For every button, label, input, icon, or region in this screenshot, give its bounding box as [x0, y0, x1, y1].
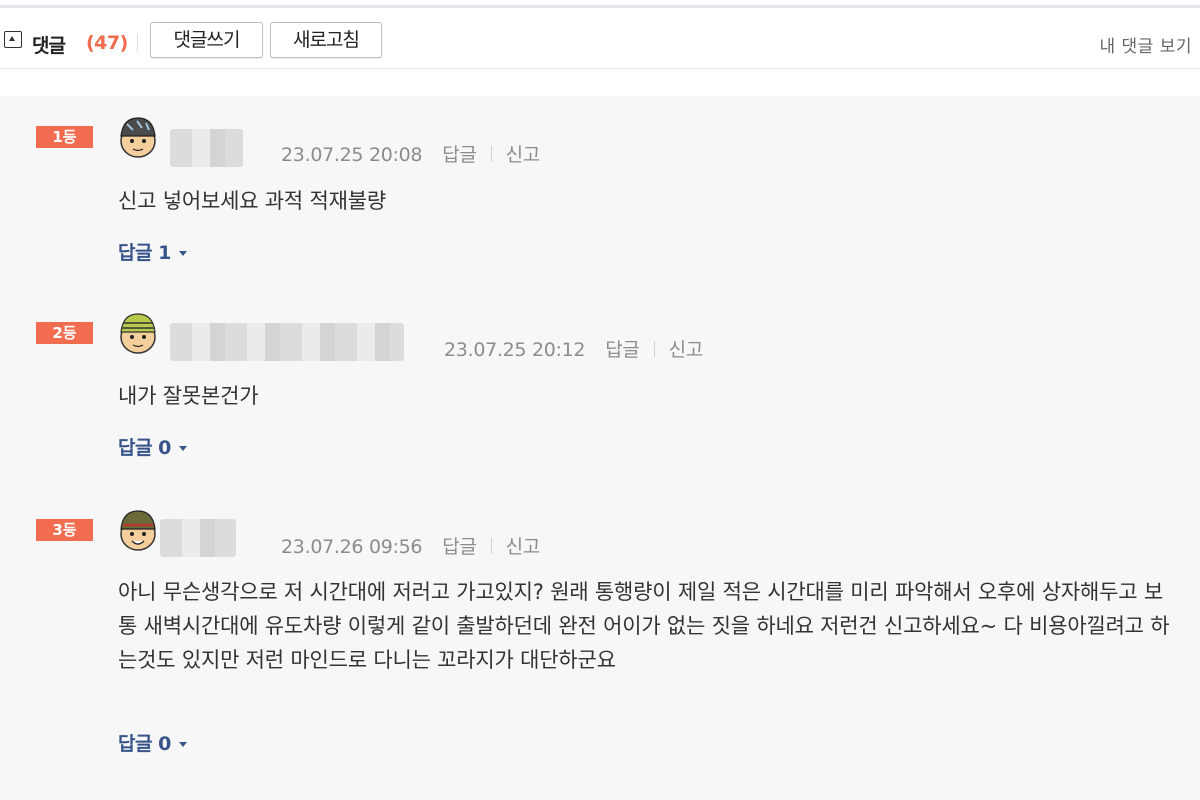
- header-divider: [137, 34, 138, 51]
- rank-badge: 2등: [36, 322, 93, 344]
- reply-action[interactable]: 답글: [442, 536, 477, 558]
- comments-title: 댓글: [32, 35, 66, 57]
- avatar-icon: [120, 510, 156, 551]
- comment-text: 신고 넣어보세요 과적 적재불량: [118, 189, 386, 213]
- report-action[interactable]: 신고: [506, 144, 541, 166]
- comment-text: 내가 잘못본건가: [118, 384, 259, 408]
- comment-timestamp: 23.07.25 20:12: [444, 339, 586, 361]
- blurred-username: [170, 129, 243, 167]
- caret-down-icon: [178, 251, 187, 256]
- reply-count-label: 답글 0: [118, 437, 171, 459]
- comment-meta: 23.07.25 20:12 답글 신고: [444, 335, 703, 362]
- comment-list: 1등 23.07.25 20:08 답글 신고 신고 넣어보세요 과적 적재불량 답…: [0, 96, 1200, 800]
- avatar-icon: [120, 117, 156, 158]
- caret-down-icon: [178, 742, 187, 747]
- my-comments-link[interactable]: 내 댓글 보기: [1099, 32, 1192, 57]
- caret-down-icon: [178, 446, 187, 451]
- comment-timestamp: 23.07.25 20:08: [281, 144, 423, 166]
- meta-divider: [490, 538, 492, 554]
- blurred-username: [160, 519, 236, 557]
- comment-meta: 23.07.25 20:08 답글 신고: [281, 140, 540, 167]
- rank-badge: 3등: [36, 519, 93, 541]
- comment-meta: 23.07.26 09:56 답글 신고: [281, 532, 540, 559]
- collapse-toggle-icon[interactable]: [4, 31, 22, 48]
- reply-action[interactable]: 답글: [605, 339, 640, 361]
- write-comment-button[interactable]: 댓글쓰기: [150, 22, 263, 58]
- avatar-icon: [120, 313, 156, 354]
- comments-header: 댓글 (47) 댓글쓰기 새로고침 내 댓글 보기: [0, 8, 1200, 69]
- reply-count-label: 답글 0: [118, 733, 171, 755]
- report-action[interactable]: 신고: [506, 536, 541, 558]
- comment-timestamp: 23.07.26 09:56: [281, 536, 423, 558]
- reply-toggle[interactable]: 답글 0: [118, 729, 187, 756]
- comment-text: 아니 무슨생각으로 저 시간대에 저러고 가고있지? 원래 통행량이 제일 적은…: [118, 580, 1170, 672]
- reply-toggle[interactable]: 답글 0: [118, 433, 187, 460]
- refresh-button[interactable]: 새로고침: [270, 22, 382, 58]
- comments-count: (47): [86, 32, 128, 54]
- reply-action[interactable]: 답글: [442, 144, 477, 166]
- report-action[interactable]: 신고: [669, 339, 704, 361]
- blurred-username: [170, 323, 404, 361]
- rank-badge: 1등: [36, 126, 93, 148]
- reply-toggle[interactable]: 답글 1: [118, 238, 187, 265]
- reply-count-label: 답글 1: [118, 242, 171, 264]
- meta-divider: [653, 341, 655, 357]
- meta-divider: [490, 146, 492, 162]
